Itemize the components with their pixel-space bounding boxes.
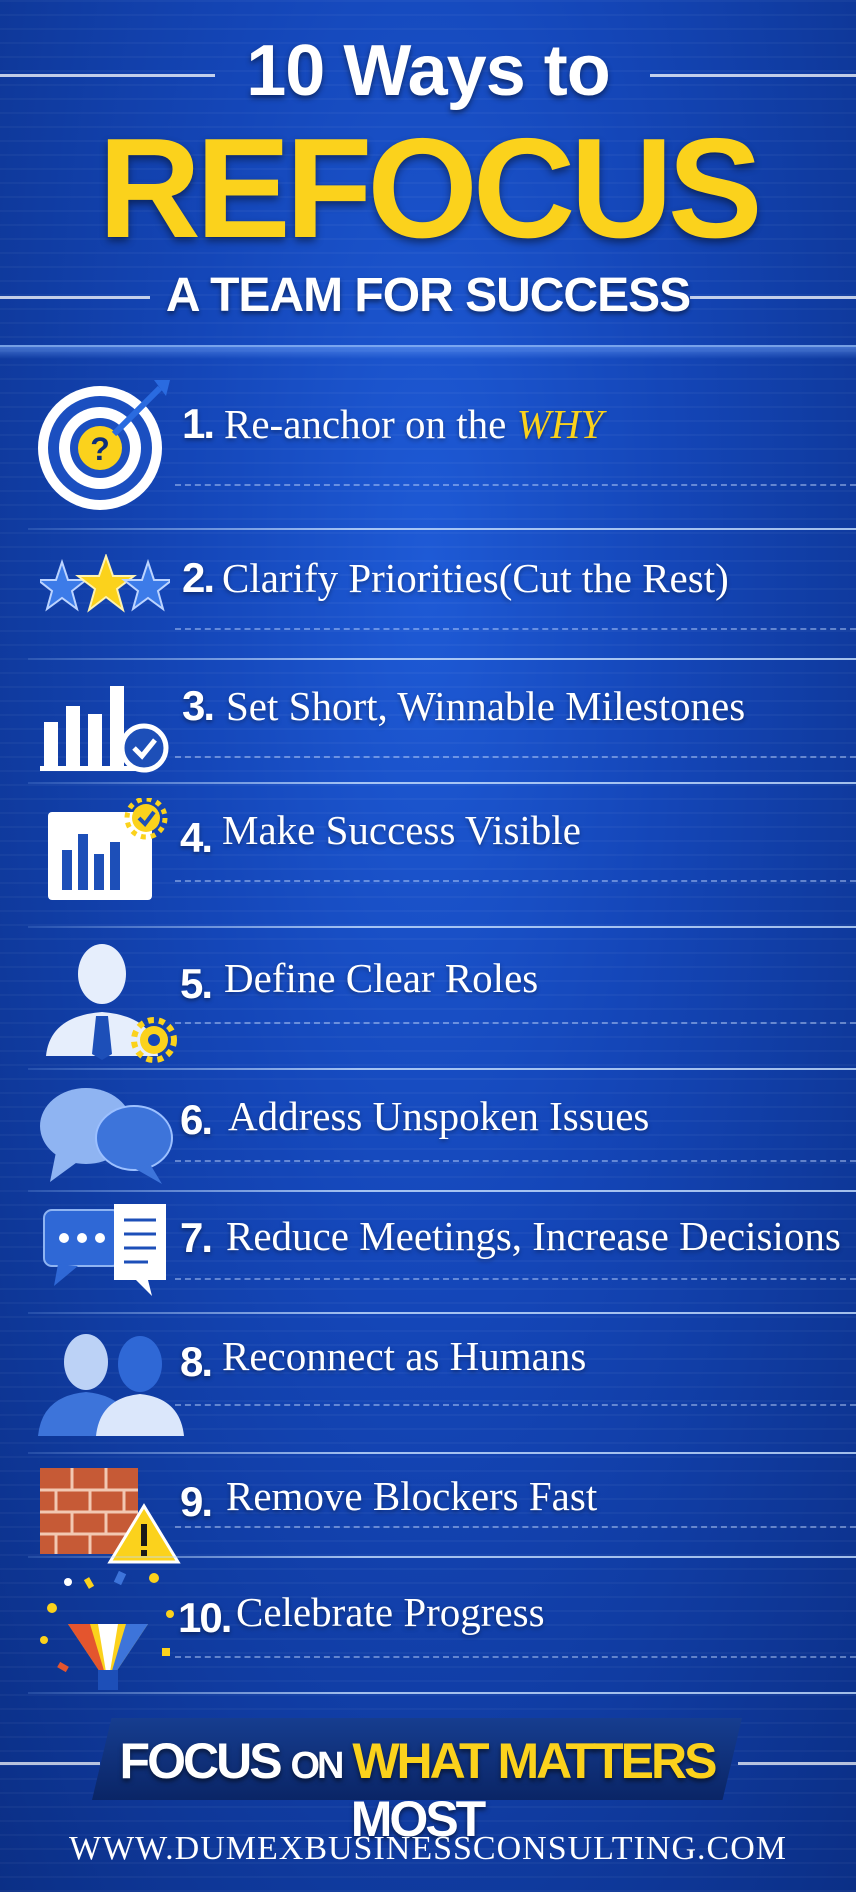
item-underline: [175, 628, 856, 630]
item-text: Re-anchor on the: [224, 401, 507, 447]
item-number: 7.: [180, 1214, 213, 1261]
item-underline: [175, 1160, 856, 1162]
item-divider: [28, 658, 856, 660]
item-divider: [28, 1190, 856, 1192]
item-label: Remove Blockers Fast: [226, 1473, 598, 1519]
item-emphasis: WHY: [516, 401, 604, 447]
item-number: 6.: [180, 1096, 213, 1143]
confetti-icon: [40, 1570, 174, 1690]
footer-rule-right: [738, 1762, 856, 1765]
svg-text:?: ?: [90, 431, 110, 467]
slogan-part-3: WHAT MATTERS: [352, 1733, 717, 1789]
item-divider: [28, 1452, 856, 1454]
item-label: Clarify Priorities(Cut the Rest): [222, 555, 729, 601]
slogan-part-1: FOCUS: [119, 1733, 283, 1789]
item-divider: [28, 782, 856, 784]
item-underline: [175, 1022, 856, 1024]
slogan-part-2: ON: [290, 1745, 344, 1787]
item-label: Re-anchor on the WHY: [224, 400, 603, 448]
item-divider: [28, 1068, 856, 1070]
item-label: Define Clear Roles: [224, 955, 539, 1001]
item-underline: [175, 1278, 856, 1280]
item-number: 1.: [182, 400, 215, 447]
item-number: 10.: [178, 1594, 232, 1641]
title-subtitle: A TEAM FOR SUCCESS: [165, 269, 691, 322]
item-label: Make Success Visible: [222, 807, 581, 853]
target-question-icon: ?: [38, 380, 170, 510]
bar-chart-check-icon: [40, 686, 169, 773]
item-label: Set Short, Winnable Milestones: [226, 683, 746, 729]
item-label: Reconnect as Humans: [222, 1333, 587, 1379]
item-number: 2.: [182, 554, 215, 601]
item-underline: [175, 756, 856, 758]
brick-wall-warning-icon: [40, 1468, 181, 1564]
speech-bubbles-icon: [40, 1088, 173, 1184]
title-main: REFOCUS: [98, 109, 762, 268]
chat-document-icon: [43, 1204, 166, 1296]
item-divider: [28, 1692, 856, 1694]
item-number: 4.: [180, 814, 213, 861]
item-label: Address Unspoken Issues: [228, 1093, 650, 1139]
item-label: Reduce Meetings, Increase Decisions: [226, 1213, 841, 1259]
item-underline: [175, 484, 856, 486]
two-people-icon: [38, 1334, 184, 1436]
item-number: 3.: [182, 682, 215, 729]
header-divider: [0, 345, 856, 359]
item-divider: [28, 1312, 856, 1314]
item-divider: [28, 528, 856, 530]
item-underline: [175, 880, 856, 882]
infographic-poster: 10 Ways to REFOCUS A TEAM FOR SUCCESS ? …: [0, 0, 856, 1892]
header: 10 Ways to REFOCUS A TEAM FOR SUCCESS: [0, 0, 856, 360]
item-underline: [175, 1404, 856, 1406]
item-number: 5.: [180, 960, 213, 1007]
item-underline: [175, 1656, 856, 1658]
item-divider: [28, 1556, 856, 1558]
dashboard-gear-icon: [48, 798, 168, 900]
item-number: 8.: [180, 1338, 213, 1385]
person-gear-icon: [46, 944, 177, 1063]
stars-icon: [40, 554, 170, 613]
item-divider: [28, 926, 856, 928]
item-number: 9.: [180, 1478, 213, 1525]
website-url: WWW.DUMEXBUSINESSCONSULTING.COM: [69, 1830, 787, 1867]
title-top: 10 Ways to: [246, 31, 610, 111]
item-underline: [175, 1526, 856, 1528]
item-label: Celebrate Progress: [236, 1589, 545, 1635]
footer-rule-left: [0, 1762, 100, 1765]
